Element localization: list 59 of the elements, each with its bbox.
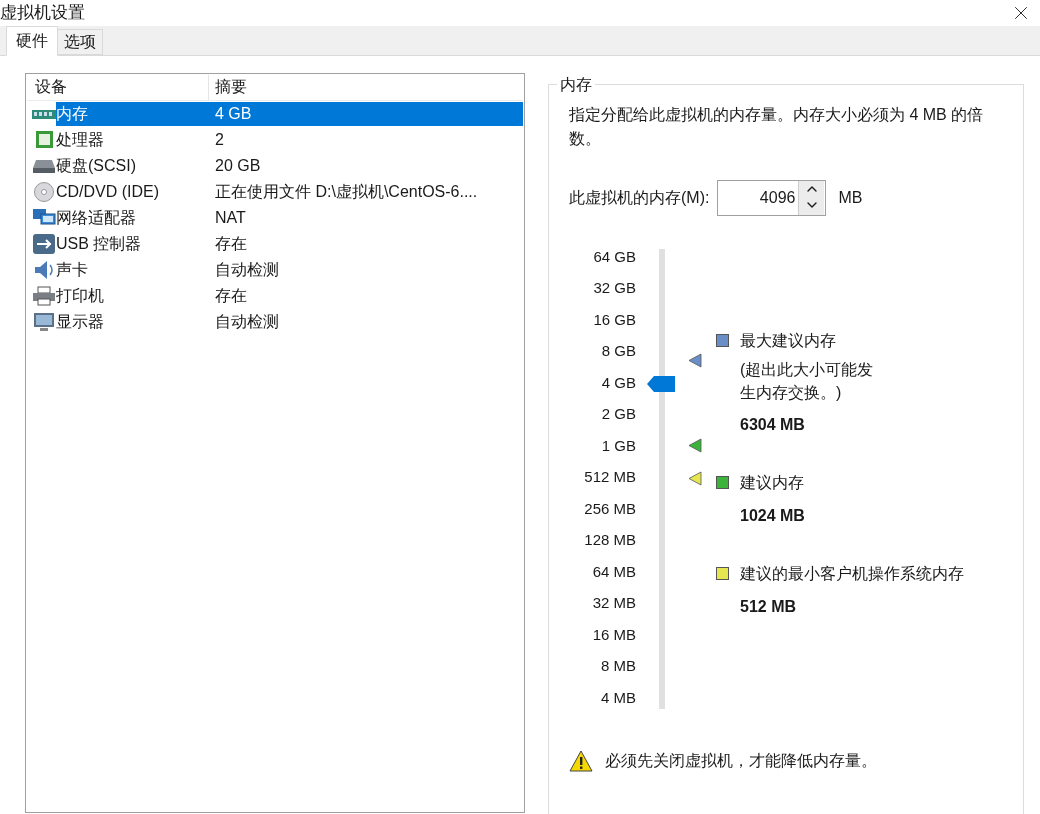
warning-icon (569, 750, 593, 772)
legend-value: 512 MB (740, 596, 798, 617)
device-summary: 存在 (214, 285, 248, 306)
device-name[interactable]: 声卡 (56, 257, 209, 282)
legend-note: (超出此大小可能发生内存交换。) (740, 359, 875, 403)
tab[interactable]: 硬件 (6, 25, 58, 56)
legend-label: 建议内存 (740, 472, 804, 493)
warning-text: 必须先关闭虚拟机，才能降低内存量。 (605, 751, 877, 771)
memory-input[interactable]: 4096 (718, 180, 799, 215)
legend-label: 最大建议内存 (740, 330, 836, 351)
device-name[interactable]: 内存 (56, 101, 209, 126)
scale-label: 512 MB (584, 467, 636, 487)
scale-label: 64 GB (593, 246, 636, 267)
speaker-icon (32, 259, 56, 280)
device-name[interactable]: 打印机 (56, 283, 209, 308)
device-name[interactable]: 硬盘(SCSI) (56, 153, 209, 178)
scale-label: 1 GB (601, 435, 636, 456)
tab[interactable]: 选项 (58, 28, 103, 55)
device-name[interactable]: 网络适配器 (56, 205, 209, 230)
printer-icon (32, 285, 56, 306)
device-name[interactable]: USB 控制器 (56, 231, 209, 256)
scale-label: 2 GB (601, 404, 636, 424)
monitor-icon (32, 311, 56, 332)
slider-thumb[interactable] (647, 375, 675, 392)
scale-label: 128 MB (584, 530, 636, 550)
device-name[interactable]: 显示器 (56, 309, 209, 334)
device-summary: 20 GB (214, 155, 262, 176)
scale-label: 4 GB (601, 372, 636, 393)
legend-value: 1024 MB (740, 505, 806, 526)
device-summary: NAT (214, 207, 247, 228)
usb-icon (32, 233, 56, 254)
scale-label: 8 GB (601, 341, 636, 361)
scale-label: 256 MB (584, 498, 636, 519)
network-computers-icon (32, 207, 56, 228)
scale-label: 64 MB (592, 561, 636, 582)
scale-label: 16 MB (592, 624, 636, 645)
legend-label: 建议的最小客户机操作系统内存 (740, 563, 964, 584)
scale-label: 4 MB (601, 687, 636, 708)
window-title: 虚拟机设置 (0, 2, 85, 24)
memory-spinbox[interactable]: 4096 (717, 179, 827, 216)
device-summary: 4 GB (209, 101, 523, 126)
scale-label: 32 GB (593, 278, 636, 298)
memory-description: 指定分配给此虚拟机的内存量。内存大小必须为 4 MB 的倍数。 (569, 104, 985, 149)
disc-icon (32, 181, 56, 202)
column-header[interactable]: 设备 (27, 74, 209, 100)
scale-label: 32 MB (592, 593, 636, 613)
device-name[interactable]: CD/DVD (IDE) (56, 179, 209, 204)
legend-value: 6304 MB (740, 414, 806, 435)
column-header[interactable]: 摘要 (209, 74, 523, 100)
device-summary: 存在 (214, 233, 248, 254)
scale-label: 8 MB (601, 656, 636, 676)
device-summary: 自动检测 (214, 311, 280, 332)
device-summary: 2 (214, 129, 225, 150)
memory-unit: MB (838, 187, 863, 208)
device-summary: 自动检测 (214, 259, 280, 280)
device-name[interactable]: 处理器 (56, 127, 209, 152)
memory-field-label: 此虚拟机的内存(M): (569, 187, 710, 208)
device-summary: 正在使用文件 D:\虚拟机\CentOS-6.... (214, 181, 479, 202)
scale-label: 16 GB (593, 309, 636, 330)
